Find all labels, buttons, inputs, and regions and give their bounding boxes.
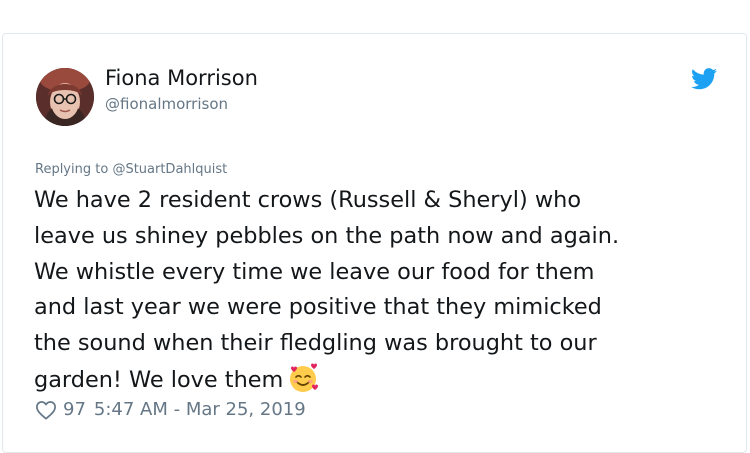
author-name[interactable]: Fiona Morrison bbox=[105, 66, 258, 90]
tweet-text-line: garden! We love them bbox=[34, 366, 284, 393]
smiling-face-with-hearts-emoji bbox=[290, 363, 319, 392]
avatar-image bbox=[36, 68, 94, 126]
reply-context: Replying to @StuartDahlquist bbox=[35, 162, 227, 177]
tweet-card: Fiona Morrison @fionalmorrison Replying … bbox=[2, 33, 747, 453]
avatar[interactable] bbox=[36, 68, 94, 126]
twitter-bird-icon[interactable] bbox=[691, 68, 717, 90]
like-count[interactable]: 97 bbox=[63, 399, 86, 420]
tweet-text-line: We whistle every time we leave our food … bbox=[34, 258, 595, 285]
tweet-text: We have 2 resident crows (Russell & Sher… bbox=[34, 183, 734, 399]
tweet-text-last-line: garden! We love them bbox=[34, 362, 734, 399]
tweet-text-line: We have 2 resident crows (Russell & Sher… bbox=[34, 187, 582, 213]
reply-handle-link[interactable]: @StuartDahlquist bbox=[112, 162, 227, 177]
tweet-text-line: leave us shiney pebbles on the path now … bbox=[34, 222, 620, 249]
author-handle[interactable]: @fionalmorrison bbox=[105, 95, 228, 113]
reply-label: Replying to bbox=[35, 162, 113, 177]
heart-outline-icon[interactable] bbox=[35, 400, 57, 420]
tweet-footer: 97 5:47 AM - Mar 25, 2019 bbox=[35, 399, 306, 420]
tweet-text-line: and last year we were positive that they… bbox=[34, 294, 602, 321]
timestamp[interactable]: 5:47 AM - Mar 25, 2019 bbox=[94, 399, 306, 420]
tweet-text-line: the sound when their fledgling was broug… bbox=[34, 330, 597, 357]
